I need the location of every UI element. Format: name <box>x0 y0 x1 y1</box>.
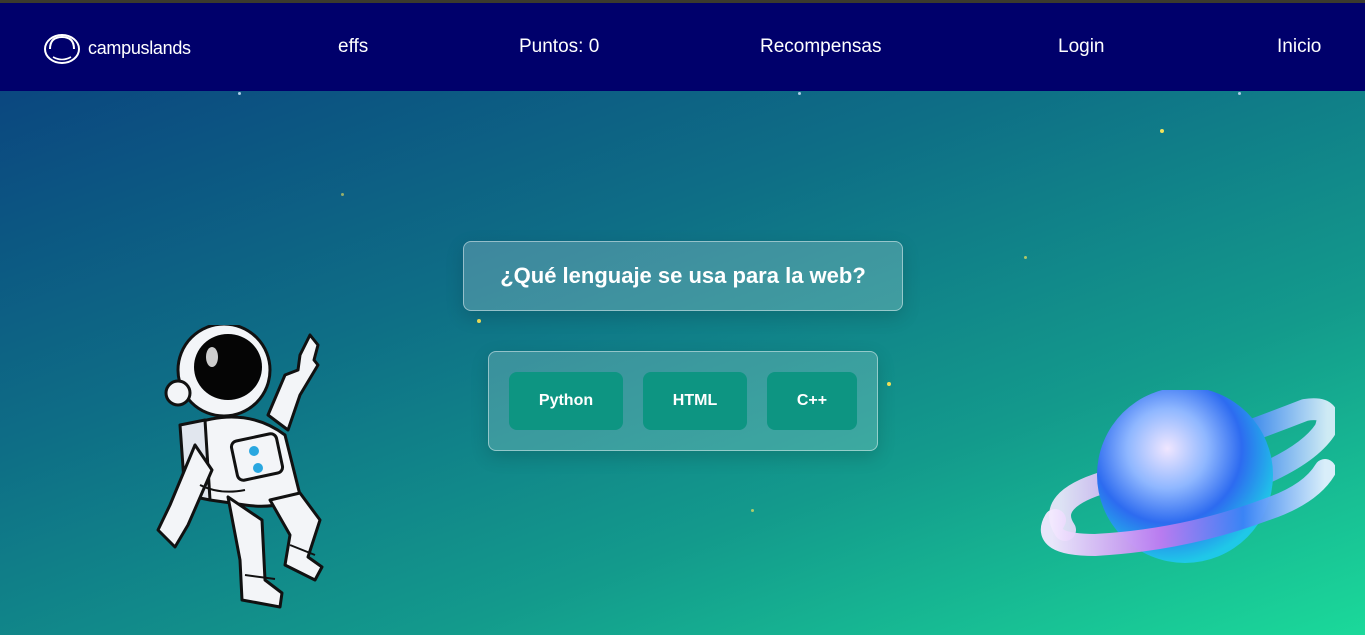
nav-link-rewards[interactable]: Recompensas <box>760 36 881 58</box>
options-card: Python HTML C++ <box>488 351 878 451</box>
astronaut-illustration <box>156 325 324 609</box>
logo-text: campuslands <box>88 37 191 58</box>
nav-link-login[interactable]: Login <box>1058 36 1105 58</box>
helmet-logo-icon <box>44 34 80 64</box>
option-cpp-button[interactable]: C++ <box>767 372 857 430</box>
nav-link-effs[interactable]: effs <box>338 36 368 58</box>
option-python-button[interactable]: Python <box>509 372 623 430</box>
star <box>1160 129 1164 133</box>
star <box>751 509 754 512</box>
logo[interactable]: campuslands <box>42 31 191 65</box>
star <box>798 92 801 95</box>
star <box>238 92 241 95</box>
planet-illustration <box>1040 390 1335 563</box>
star <box>1238 92 1241 95</box>
star <box>887 382 891 386</box>
star <box>341 193 344 196</box>
star <box>1024 256 1027 259</box>
question-text: ¿Qué lenguaje se usa para la web? <box>500 263 866 288</box>
option-html-button[interactable]: HTML <box>643 372 747 430</box>
question-card: ¿Qué lenguaje se usa para la web? <box>463 241 903 311</box>
navbar: campuslands effs Puntos: 0 Recompensas L… <box>0 3 1365 91</box>
nav-link-home[interactable]: Inicio <box>1277 36 1321 58</box>
star <box>477 319 481 323</box>
nav-link-points[interactable]: Puntos: 0 <box>519 36 599 58</box>
